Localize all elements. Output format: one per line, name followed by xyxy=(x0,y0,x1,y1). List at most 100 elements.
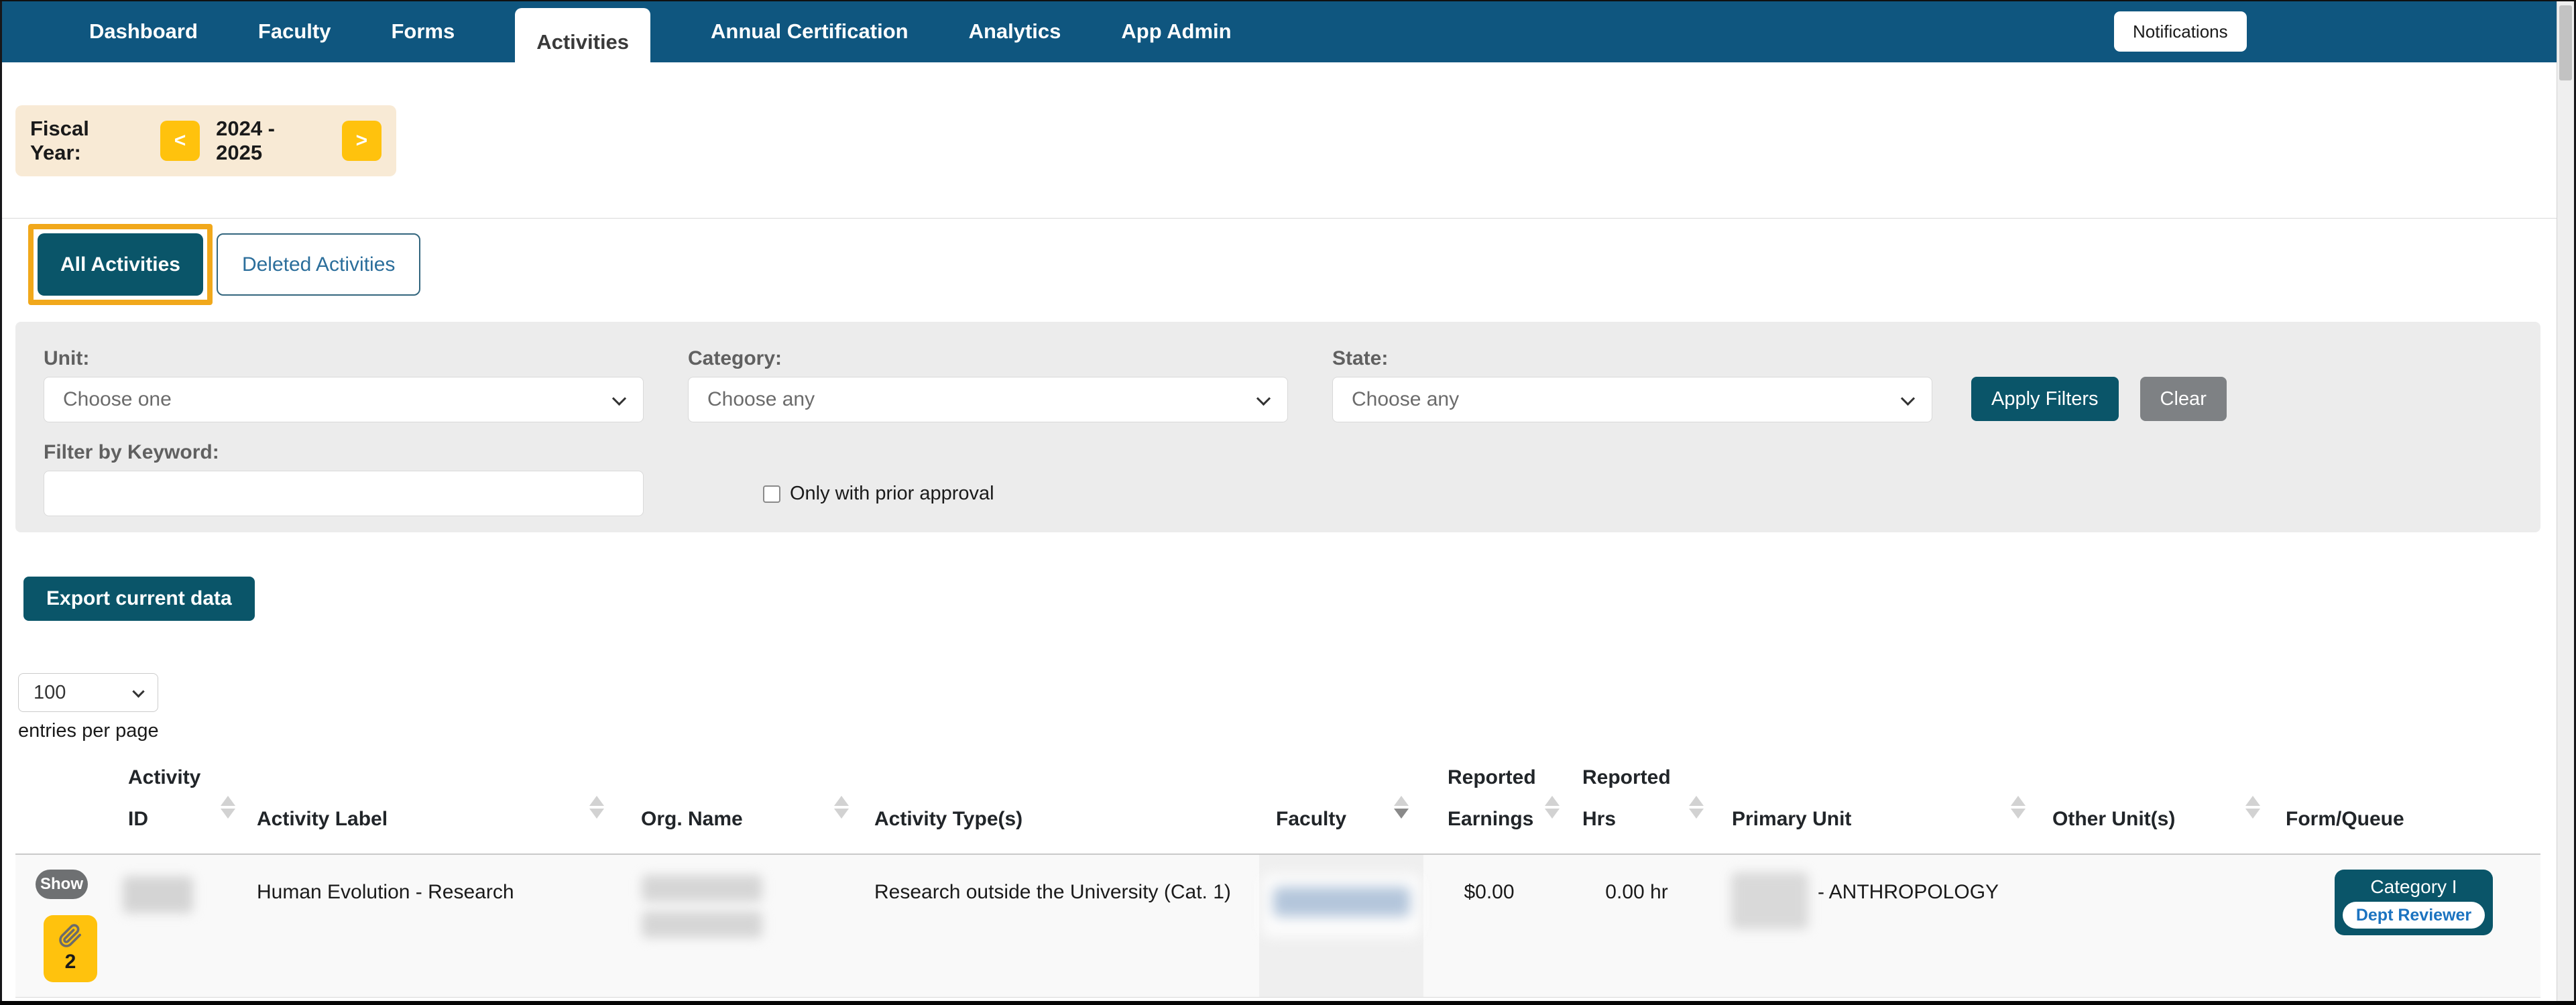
org-name-cell xyxy=(619,854,864,998)
faculty-cell xyxy=(1259,854,1423,998)
category-select[interactable]: Choose any xyxy=(688,377,1288,422)
sort-icon[interactable] xyxy=(1545,796,1560,819)
nav-item-faculty[interactable]: Faculty xyxy=(258,19,331,44)
section-divider xyxy=(2,218,2557,219)
redacted-org-name xyxy=(642,875,762,902)
form-queue-badge[interactable]: Category I Dept Reviewer xyxy=(2335,870,2493,935)
show-row-button[interactable]: Show xyxy=(36,870,88,899)
redacted-faculty-name xyxy=(1261,874,1422,937)
category-label: Category I xyxy=(2370,876,2457,897)
expander-cell: Show 2 xyxy=(15,854,113,998)
reported-earnings-value: $0.00 xyxy=(1464,881,1515,903)
page-size-select[interactable]: 100 xyxy=(18,673,158,712)
nav-item-activities[interactable]: Activities xyxy=(515,8,651,76)
notifications-button[interactable]: Notifications xyxy=(2114,11,2247,52)
col-header-form-queue: Form/Queue xyxy=(2275,752,2540,855)
nav-item-annual-certification[interactable]: Annual Certification xyxy=(711,19,909,44)
prior-approval-checkbox[interactable] xyxy=(763,485,780,503)
redacted-unit-code xyxy=(1731,872,1808,929)
window-edge-left xyxy=(0,0,2,1005)
unit-select-value: Choose one xyxy=(63,388,172,410)
window-edge-top xyxy=(0,0,2576,1)
queue-pill: Dept Reviewer xyxy=(2342,902,2485,929)
col-header-primary-unit: Primary Unit xyxy=(1718,752,2040,855)
attachments-badge[interactable]: 2 xyxy=(44,915,97,982)
sort-icon[interactable] xyxy=(2011,796,2026,819)
clear-filters-button[interactable]: Clear xyxy=(2140,377,2227,421)
state-select-value: Choose any xyxy=(1352,388,1460,410)
fiscal-year-next-button[interactable]: > xyxy=(341,121,382,161)
export-current-data-button[interactable]: Export current data xyxy=(23,577,255,621)
table-row: Show 2 Human Evolution - Research Resear… xyxy=(15,854,2540,998)
category-filter-label: Category: xyxy=(688,347,782,369)
reported-earnings-cell: $0.00 xyxy=(1423,854,1574,998)
top-navbar: Dashboard Faculty Forms Activities Annua… xyxy=(2,0,2557,76)
keyword-filter-label: Filter by Keyword: xyxy=(44,441,219,463)
nav-item-forms[interactable]: Forms xyxy=(391,19,455,44)
col-header-other-units: Other Unit(s) xyxy=(2040,752,2275,855)
chevron-down-icon xyxy=(611,391,627,406)
scrollbar-thumb[interactable] xyxy=(2559,5,2572,80)
unit-select[interactable]: Choose one xyxy=(44,377,644,422)
vertical-scrollbar[interactable] xyxy=(2557,1,2574,1001)
form-queue-cell: Category I Dept Reviewer xyxy=(2275,854,2540,998)
sort-icon[interactable] xyxy=(221,796,235,819)
activities-table: Activity ID Activity Label Org. Name Act… xyxy=(15,752,2540,998)
nav-item-analytics[interactable]: Analytics xyxy=(969,19,1061,44)
app-window: Dashboard Faculty Forms Activities Annua… xyxy=(0,0,2576,1005)
col-header-reported-earnings: Reported Earnings xyxy=(1423,752,1574,855)
sort-icon[interactable] xyxy=(1689,796,1704,819)
activity-types-text: Research outside the University (Cat. 1) xyxy=(874,881,1231,903)
col-header-org-name: Org. Name xyxy=(619,752,864,855)
activity-id-cell xyxy=(113,854,250,998)
sort-icon[interactable] xyxy=(2245,796,2260,819)
col-header-activity-label: Activity Label xyxy=(250,752,619,855)
sort-icon[interactable] xyxy=(834,796,849,819)
prior-approval-label: Only with prior approval xyxy=(790,483,994,504)
col-header-faculty: Faculty xyxy=(1259,752,1423,855)
state-select[interactable]: Choose any xyxy=(1332,377,1932,422)
fiscal-year-label: Fiscal Year: xyxy=(30,117,89,164)
filter-panel: Unit: Choose one Category: Choose any St… xyxy=(15,322,2540,532)
entries-per-page-label: entries per page xyxy=(18,720,159,742)
reported-hrs-value: 0.00 hr xyxy=(1605,881,1668,903)
col-header-expander xyxy=(15,752,113,855)
table-header-row: Activity ID Activity Label Org. Name Act… xyxy=(15,752,2540,855)
fiscal-year-value: 2024 - 2025 xyxy=(216,117,276,164)
apply-filters-button[interactable]: Apply Filters xyxy=(1971,377,2119,421)
fiscal-year-panel: Fiscal Year: < 2024 - 2025 > xyxy=(15,105,396,176)
tab-all-activities[interactable]: All Activities xyxy=(38,233,203,296)
paperclip-icon xyxy=(59,924,81,947)
chevron-down-icon xyxy=(132,685,145,698)
primary-unit-text: - ANTHROPOLOGY xyxy=(1818,881,1999,903)
unit-filter-label: Unit: xyxy=(44,347,90,369)
activity-label-text: Human Evolution - Research xyxy=(257,881,514,903)
other-units-cell xyxy=(2040,854,2275,998)
activity-types-cell: Research outside the University (Cat. 1) xyxy=(864,854,1259,998)
sort-icon[interactable] xyxy=(589,796,604,819)
col-header-activity-id: Activity ID xyxy=(113,752,250,855)
other-units-text xyxy=(2041,870,2274,874)
attachments-count: 2 xyxy=(64,951,76,973)
activity-label-cell: Human Evolution - Research xyxy=(250,854,619,998)
reported-hrs-cell: 0.00 hr xyxy=(1574,854,1718,998)
sort-icon[interactable] xyxy=(1394,796,1409,819)
keyword-input[interactable] xyxy=(44,471,644,516)
state-filter-label: State: xyxy=(1332,347,1389,369)
category-select-value: Choose any xyxy=(707,388,815,410)
page-size-value: 100 xyxy=(34,682,66,703)
col-header-activity-types: Activity Type(s) xyxy=(864,752,1259,855)
chevron-down-icon xyxy=(1900,391,1916,406)
col-header-reported-hrs: Reported Hrs xyxy=(1574,752,1718,855)
primary-unit-cell: - ANTHROPOLOGY xyxy=(1718,854,2040,998)
nav-item-dashboard[interactable]: Dashboard xyxy=(89,19,198,44)
redacted-activity-id xyxy=(123,876,193,913)
view-tabs: All Activities Deleted Activities xyxy=(28,224,2557,305)
nav-item-app-admin[interactable]: App Admin xyxy=(1121,19,1231,44)
fiscal-year-prev-button[interactable]: < xyxy=(160,121,200,161)
tab-deleted-activities[interactable]: Deleted Activities xyxy=(216,233,421,296)
annotation-highlight-box: All Activities xyxy=(28,224,213,305)
window-edge-bottom xyxy=(0,1001,2576,1005)
chevron-down-icon xyxy=(1256,391,1271,406)
redacted-org-name xyxy=(642,911,762,938)
